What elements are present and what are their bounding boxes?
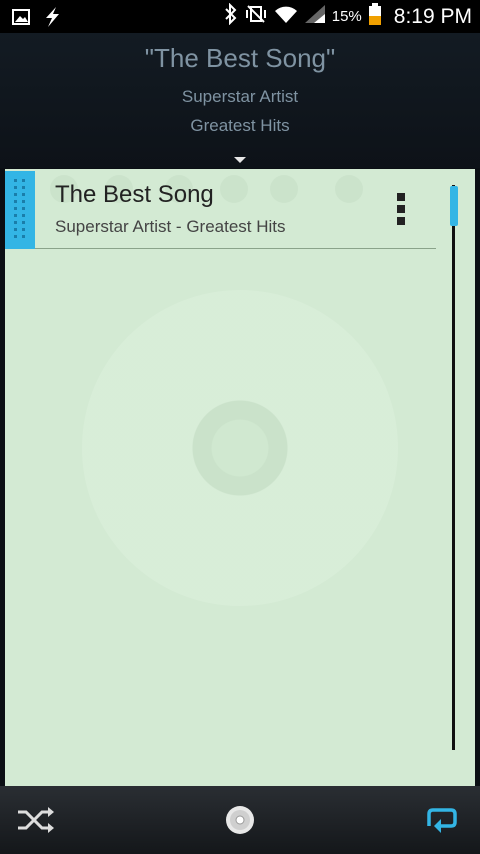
playback-controls-bar: [0, 786, 480, 854]
shuffle-button[interactable]: [16, 802, 56, 838]
drag-handle[interactable]: [5, 171, 35, 249]
scrollbar-thumb[interactable]: [450, 186, 458, 226]
album-button[interactable]: [220, 802, 260, 838]
queue-item-subtitle: Superstar Artist - Greatest Hits: [55, 217, 286, 236]
shuffle-icon: [18, 807, 54, 833]
cd-icon: [226, 806, 254, 834]
mute-vibrate-icon: [244, 4, 268, 29]
queue-panel: The Best Song Superstar Artist - Greates…: [5, 169, 475, 786]
repeat-button[interactable]: [421, 802, 461, 838]
battery-percent: 15%: [331, 8, 362, 25]
battery-icon: [368, 3, 382, 30]
now-playing-header[interactable]: "The Best Song" Superstar Artist Greates…: [0, 33, 480, 168]
flash-notification-icon: [42, 6, 62, 33]
status-bar: 15% 8:19 PM: [0, 0, 480, 33]
overflow-menu-icon[interactable]: [397, 193, 407, 227]
clock: 8:19 PM: [393, 4, 472, 28]
wifi-icon: [274, 4, 298, 29]
album-art-placeholder: [82, 290, 398, 606]
repeat-icon: [427, 808, 457, 833]
gallery-notification-icon: [12, 9, 30, 30]
signal-icon: [304, 4, 326, 29]
now-playing-title: "The Best Song": [144, 43, 336, 73]
now-playing-album: Greatest Hits: [190, 116, 290, 135]
expand-arrow-icon[interactable]: [234, 157, 246, 163]
queue-item-title: The Best Song: [55, 181, 214, 208]
queue-item[interactable]: The Best Song Superstar Artist - Greates…: [5, 171, 436, 249]
bluetooth-icon: [224, 2, 238, 30]
now-playing-artist: Superstar Artist: [181, 87, 299, 106]
scrollbar-track[interactable]: [452, 185, 455, 750]
